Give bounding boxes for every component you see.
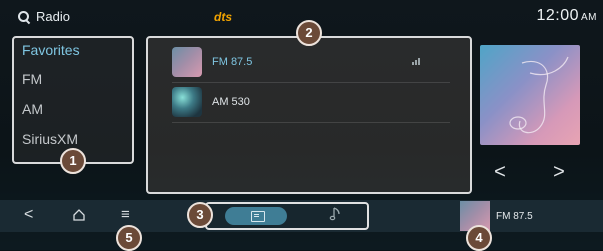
callout-3: 3 xyxy=(187,202,213,228)
station-item-am[interactable]: AM 530 xyxy=(172,82,450,123)
home-button[interactable] xyxy=(72,208,86,227)
dts-logo: dts xyxy=(214,10,232,24)
source-list: Favorites FM AM SiriusXM xyxy=(12,36,134,164)
station-name: AM 530 xyxy=(212,96,250,108)
page-title: Radio xyxy=(36,9,70,24)
station-list: FM 87.5 AM 530 xyxy=(146,36,472,194)
menu-button[interactable]: ≡ xyxy=(121,206,130,223)
home-icon xyxy=(73,209,85,221)
station-thumbnail xyxy=(172,87,202,117)
clock-time: 12:00 xyxy=(536,7,579,24)
search-icon xyxy=(18,10,30,23)
prev-button[interactable]: < xyxy=(488,160,512,184)
source-item-fm[interactable]: FM xyxy=(22,71,42,87)
music-note-graphic xyxy=(509,56,569,134)
callout-5: 5 xyxy=(116,225,142,251)
callout-4: 4 xyxy=(466,225,492,251)
album-art xyxy=(480,45,580,145)
radio-screen: Radio dts 12:00 AM Favorites FM AM Sirius… xyxy=(0,0,603,251)
music-source-button[interactable] xyxy=(329,206,343,225)
signal-icon xyxy=(412,58,420,65)
now-playing-label: FM 87.5 xyxy=(496,210,533,222)
media-source-switch xyxy=(205,202,369,230)
back-button[interactable]: < xyxy=(24,206,33,224)
next-button[interactable]: > xyxy=(547,160,571,184)
callout-1: 1 xyxy=(60,148,86,174)
radio-icon xyxy=(251,211,265,222)
source-item-favorites[interactable]: Favorites xyxy=(22,42,80,58)
station-name: FM 87.5 xyxy=(212,56,253,68)
clock: 12:00 AM xyxy=(536,7,597,25)
station-thumbnail xyxy=(172,47,202,77)
source-item-am[interactable]: AM xyxy=(22,101,43,117)
callout-2: 2 xyxy=(296,20,322,46)
source-item-siriusxm[interactable]: SiriusXM xyxy=(22,131,78,147)
radio-source-button[interactable] xyxy=(225,207,287,225)
station-item-fm[interactable]: FM 87.5 xyxy=(172,42,450,83)
clock-ampm: AM xyxy=(581,12,597,23)
music-note-icon xyxy=(329,207,340,221)
search-button[interactable]: Radio xyxy=(18,9,70,24)
